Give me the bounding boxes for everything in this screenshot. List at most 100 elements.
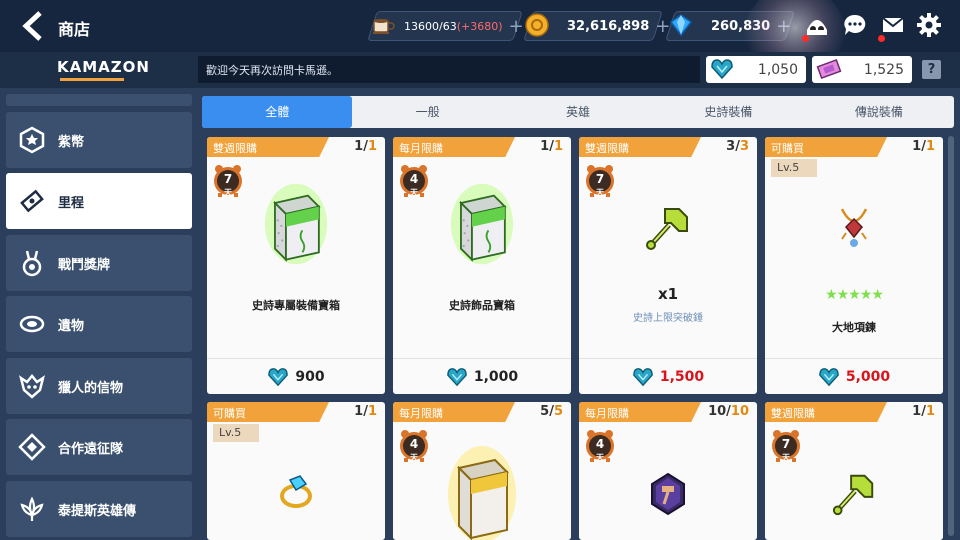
sidebar-item-relic[interactable]: 遺物 [6,296,192,352]
shop-card[interactable]: 可購買 1/1 Lv.5 ★★★★★ 大地項鍊 5,000 [765,137,943,394]
scrollbar[interactable] [948,136,954,536]
hexagon-star-icon [19,126,45,154]
days-remaining: 4天 [409,172,419,197]
stock-count: 1/1 [354,139,377,154]
days-remaining: 4天 [409,437,419,462]
sidebar-item-mileage[interactable]: 里程 [6,173,192,229]
price-row: 1,000 [393,358,571,394]
shop-card[interactable]: 每月限購 10/10 4天 [579,402,757,540]
page-title: 商店 [58,20,91,39]
epic-equipment-chest-icon [264,181,328,267]
stamina-value: 13600/63 [404,19,457,33]
hammer-icon [830,470,878,518]
shop-card[interactable]: 雙週限購 1/1 7天 史詩專屬裝備寶箱 900 [207,137,385,394]
level-badge: Lv.5 [771,159,817,177]
price-row: 5,000 [765,358,943,394]
item-name: 史詩專屬裝備寶箱 [252,299,340,312]
days-remaining: 4天 [595,437,605,462]
item-subtitle: 史詩上限突破錘 [633,313,703,324]
mail-icon[interactable] [880,12,906,38]
help-button[interactable]: ? [922,60,941,79]
sidebar-item-label: 戰鬥獎牌 [58,257,111,273]
stock-count: 3/3 [726,139,749,154]
shop-card[interactable]: 每月限購 5/5 4天 [393,402,571,540]
coffee-cup-icon [373,19,395,34]
hunter-emblem-icon [19,374,45,399]
lotus-icon [20,496,44,521]
sidebar-item-battle-medal[interactable]: 戰鬥獎牌 [6,235,192,291]
purchase-limit-tag: 每月限購 [393,402,515,422]
sidebar-item-label: 合作遠征隊 [58,441,124,457]
shop-card[interactable]: 可購買 1/1 Lv.5 [207,402,385,540]
heart-gem-icon [711,59,733,80]
purchase-limit-tag: 雙週限購 [765,402,887,422]
back-arrow-icon[interactable] [18,10,48,42]
days-remaining: 7天 [223,172,233,197]
purchase-limit-tag: 可購買 [207,402,329,422]
heart-gem-icon [632,367,654,387]
epic-accessory-chest-icon [450,181,514,267]
tab-legendary-equipment[interactable]: 傳說裝備 [804,96,954,128]
gear-icon[interactable] [916,12,942,38]
mail-notification-dot [878,35,885,42]
expedition-icon [18,433,46,461]
stock-count: 1/1 [540,139,563,154]
purchase-limit-tag: 每月限購 [393,137,515,157]
necklace-icon [834,203,874,253]
price-row: 1,500 [579,358,757,394]
days-remaining: 7天 [595,172,605,197]
sidebar-item-label: 遺物 [58,318,85,334]
ticket-icon [816,58,842,80]
stamina-plus-button[interactable]: + [509,16,524,37]
price: 1,500 [659,368,705,385]
welcome-message: 歡迎今天再次訪問卡馬遜。 [198,56,700,83]
kamazon-logo: KAMAZON [57,58,150,76]
stock-count: 1/1 [354,404,377,419]
price: 900 [295,368,325,385]
blue-gem-icon [669,14,693,37]
price: 1,000 [473,368,519,385]
sidebar-item-label: 獵人的信物 [58,380,124,396]
purchase-limit-tag: 可購買 [765,137,887,157]
shop-card[interactable]: 雙週限購 3/3 7天 x1 史詩上限突破錘 1,500 [579,137,757,394]
days-remaining: 7天 [781,437,791,462]
level-badge: Lv.5 [213,424,259,442]
stock-count: 5/5 [540,404,563,419]
medal-icon [22,250,42,277]
sidebar-item-hunter-token[interactable]: 獵人的信物 [6,358,192,414]
item-quantity: x1 [657,285,679,303]
sidebar-item-label: 里程 [58,195,85,211]
sidebar-item-purple-coin[interactable]: 紫幣 [6,112,192,168]
logo-underline [60,78,124,81]
ticket-icon [20,189,44,213]
stock-count: 1/1 [912,404,935,419]
heart-gem-icon [446,367,468,387]
mascot-icon[interactable] [804,12,830,38]
heart-gem-icon [267,367,289,387]
category-tabs: 全體 一般 英雄 史詩裝備 傳說裝備 [202,96,954,128]
shop-card[interactable]: 每月限購 1/1 4天 史詩飾品寶箱 1,000 [393,137,571,394]
notification-dot [802,35,809,42]
item-name: 大地項鍊 [832,321,876,334]
purchase-limit-tag: 雙週限購 [207,137,329,157]
sidebar-item-tethys-heroes[interactable]: 泰提斯英雄傳 [6,481,192,537]
shop-card[interactable]: 雙週限購 1/1 7天 [765,402,943,540]
stock-count: 1/1 [912,139,935,154]
sidebar-item-label: 泰提斯英雄傳 [58,503,137,519]
tab-epic-equipment[interactable]: 史詩裝備 [653,96,803,128]
ring-icon [276,472,316,512]
chat-icon[interactable] [842,12,868,38]
sidebar-item-co-op-expedition[interactable]: 合作遠征隊 [6,419,192,475]
stock-count: 10/10 [708,404,749,419]
price-row: 900 [207,358,385,394]
gold-coin-icon [525,13,549,37]
price: 5,000 [845,368,891,385]
item-name: 史詩飾品寶箱 [449,299,515,312]
sidebar-item-label: 紫幣 [58,134,85,150]
tab-hero[interactable]: 英雄 [503,96,653,128]
purchase-limit-tag: 雙週限購 [579,137,701,157]
tab-all[interactable]: 全體 [202,96,353,128]
relic-icon [19,315,45,333]
tab-general[interactable]: 一般 [352,96,502,128]
mileage-currency-value: 1,050 [757,61,798,78]
